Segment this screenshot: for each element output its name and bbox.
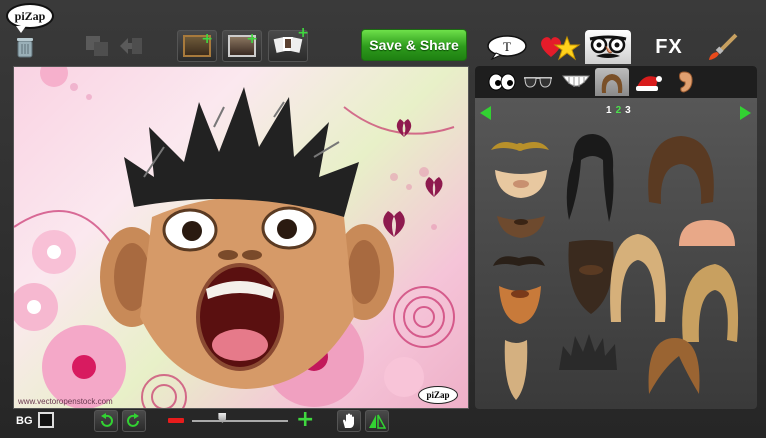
sticker-beard-ginger[interactable]	[495, 280, 545, 326]
pizap-badge: piZap	[418, 386, 458, 404]
zoom-slider-thumb[interactable]	[218, 413, 227, 423]
hair-icon	[601, 74, 623, 93]
subtab-eyes[interactable]	[485, 68, 519, 96]
pizap-logo: piZap	[6, 3, 54, 33]
eyes-icon	[488, 73, 516, 91]
sticker-mustache-curly[interactable]	[487, 134, 553, 158]
sunglasses-icon	[524, 77, 552, 88]
rotate-left-button[interactable]	[94, 410, 118, 432]
pan-hand-button[interactable]	[337, 410, 361, 432]
zoom-in-icon[interactable]: +	[296, 409, 314, 431]
sticker-hair-long-black[interactable]	[563, 130, 619, 224]
sticker-beard-chin[interactable]	[493, 210, 549, 240]
add-photo-button[interactable]: +	[222, 30, 262, 62]
santa-hat-icon	[636, 76, 662, 91]
sticker-hair-wavy-blonde[interactable]	[675, 256, 745, 346]
page-numbers: 1 2 3	[606, 105, 631, 116]
speech-bubble-icon: T	[487, 35, 527, 60]
sticker-hair-long-blonde[interactable]	[605, 228, 671, 324]
save-share-button[interactable]: Save & Share	[361, 29, 467, 61]
sticker-mustache-dark[interactable]	[489, 248, 549, 274]
subcategory-bar	[475, 66, 757, 98]
canvas-artwork	[14, 67, 455, 408]
sticker-panel: 1 2 3	[475, 66, 757, 409]
layer-forward-icon	[120, 38, 142, 54]
app-window: piZap + + + Save & Share T FX www.vector…	[0, 0, 766, 438]
framed-photo-icon: +	[183, 31, 213, 57]
collage-button[interactable]: +	[268, 25, 309, 62]
tab-paint[interactable]	[700, 30, 746, 64]
paintbrush-icon	[709, 33, 738, 60]
rotate-left-icon	[101, 413, 113, 427]
zoom-slider[interactable]	[192, 413, 288, 423]
zoom-out-icon[interactable]	[168, 418, 184, 423]
frame-photo-button[interactable]: +	[177, 30, 217, 62]
tab-stickers[interactable]	[536, 30, 582, 64]
flip-button[interactable]	[365, 410, 389, 432]
subtab-ears[interactable]	[667, 68, 701, 96]
trash-icon[interactable]	[16, 36, 34, 58]
sticker-hair-bob-brown[interactable]	[643, 334, 705, 398]
sticker-beard-goatee[interactable]	[491, 166, 551, 200]
sticker-hair-spiky[interactable]	[555, 332, 621, 372]
hand-icon	[343, 413, 354, 428]
bg-label: BG	[16, 415, 33, 427]
sticker-hair-afro[interactable]	[643, 132, 719, 210]
layer-back-icon	[86, 36, 108, 56]
subtab-glasses[interactable]	[521, 68, 555, 96]
tab-text[interactable]: T	[484, 30, 530, 64]
bg-color-swatch[interactable]	[38, 412, 54, 428]
subtab-hair[interactable]	[595, 68, 629, 96]
tab-faces[interactable]	[585, 30, 631, 64]
disguise-glasses-icon	[589, 35, 627, 58]
text-tab-label: T	[503, 39, 511, 54]
page-2-link[interactable]: 2	[616, 105, 622, 116]
tab-fx[interactable]: FX	[646, 30, 692, 64]
rotate-right-icon	[127, 413, 139, 427]
flip-icon	[369, 414, 386, 429]
sticker-bald-cap[interactable]	[675, 216, 739, 248]
watermark-text: www.vectoropenstock.com	[18, 397, 113, 406]
next-page-arrow-icon[interactable]	[740, 106, 751, 120]
heart-star-icon	[541, 35, 581, 61]
subtab-mouth[interactable]	[559, 68, 593, 96]
prev-page-arrow-icon[interactable]	[480, 106, 491, 120]
teeth-icon	[562, 75, 590, 87]
subtab-hats[interactable]	[631, 68, 665, 96]
fx-label: FX	[655, 35, 683, 58]
page-1-link[interactable]: 1	[606, 105, 612, 116]
ear-icon	[679, 71, 693, 93]
rotate-right-button[interactable]	[122, 410, 146, 432]
photo-canvas[interactable]: www.vectoropenstock.com piZap	[13, 66, 469, 409]
page-3-link[interactable]: 3	[625, 105, 631, 116]
person-photo-icon: +	[228, 31, 258, 57]
sticker-beard-long-blonde[interactable]	[501, 336, 531, 402]
pagination: 1 2 3	[475, 104, 757, 120]
